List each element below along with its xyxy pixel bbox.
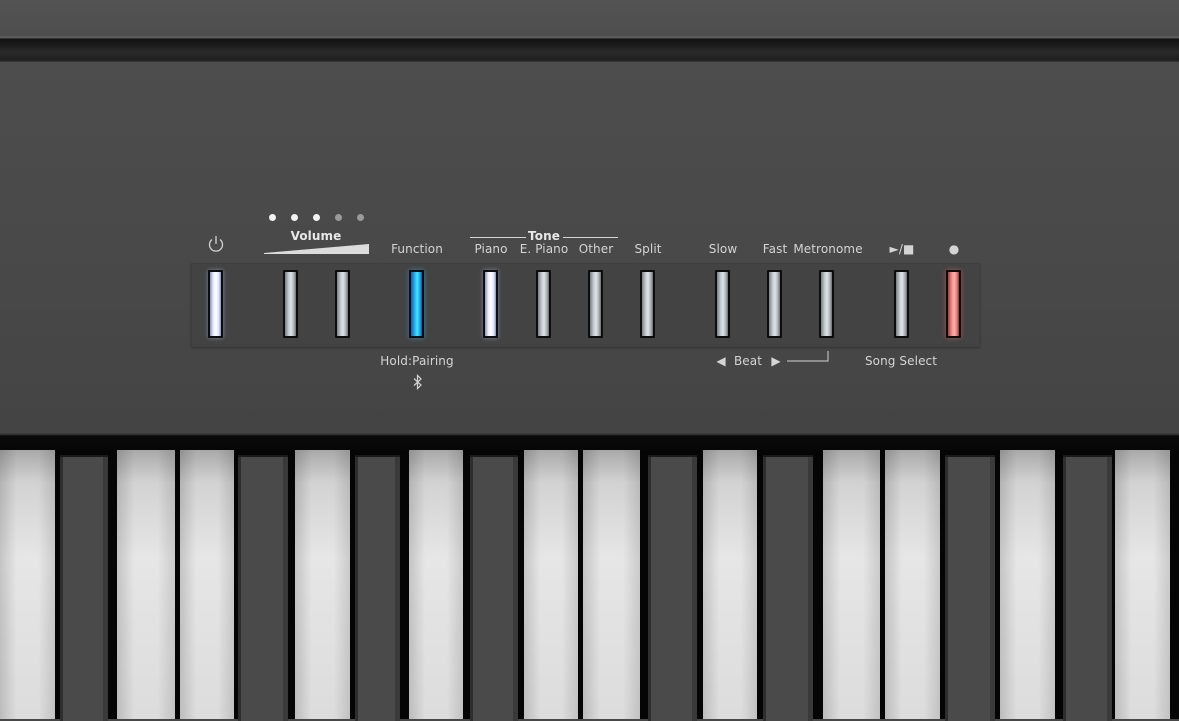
bluetooth-icon bbox=[412, 374, 424, 394]
tone-bracket-right bbox=[563, 237, 618, 238]
white-key[interactable] bbox=[583, 450, 640, 719]
tone-piano-label: Piano bbox=[474, 242, 508, 256]
record-button[interactable] bbox=[946, 270, 961, 338]
song-select-label: Song Select bbox=[864, 354, 938, 368]
beat-label: Beat bbox=[733, 354, 763, 368]
white-key[interactable] bbox=[1000, 450, 1055, 719]
volume-dot-5 bbox=[357, 214, 364, 221]
button-strip bbox=[191, 263, 980, 347]
beat-bracket bbox=[787, 351, 829, 362]
volume-label: Volume bbox=[290, 229, 342, 243]
play-stop-icon: ►/■ bbox=[889, 242, 915, 256]
volume-dot-4 bbox=[335, 214, 342, 221]
lid-edge bbox=[0, 36, 1179, 62]
volume-down-button[interactable] bbox=[283, 270, 298, 338]
beat-right-arrow-icon: ▶ bbox=[771, 354, 781, 368]
volume-dot-1 bbox=[269, 214, 276, 221]
function-button[interactable] bbox=[409, 270, 424, 338]
white-key[interactable] bbox=[885, 450, 940, 719]
white-key[interactable] bbox=[823, 450, 880, 719]
black-key[interactable] bbox=[648, 455, 697, 721]
white-key[interactable] bbox=[524, 450, 578, 719]
black-key[interactable] bbox=[470, 455, 518, 721]
piano-top-lid bbox=[0, 0, 1179, 36]
tone-other-button[interactable] bbox=[588, 270, 603, 338]
volume-dot-3 bbox=[313, 214, 320, 221]
black-key[interactable] bbox=[763, 455, 813, 721]
tone-group-label: Tone bbox=[528, 229, 560, 243]
black-key[interactable] bbox=[60, 455, 108, 721]
white-key[interactable] bbox=[295, 450, 350, 719]
record-icon: ● bbox=[948, 242, 960, 256]
slow-label: Slow bbox=[708, 242, 738, 256]
tone-piano-button[interactable] bbox=[483, 270, 498, 338]
fast-label: Fast bbox=[762, 242, 788, 256]
split-button[interactable] bbox=[640, 270, 655, 338]
white-key[interactable] bbox=[703, 450, 757, 719]
play-stop-button[interactable] bbox=[894, 270, 909, 338]
volume-up-button[interactable] bbox=[335, 270, 350, 338]
power-button[interactable] bbox=[208, 270, 223, 338]
beat-left-arrow-icon: ◀ bbox=[716, 354, 726, 368]
black-key[interactable] bbox=[355, 455, 400, 721]
metronome-label: Metronome bbox=[793, 242, 863, 256]
white-key[interactable] bbox=[180, 450, 234, 719]
function-label: Function bbox=[391, 242, 443, 256]
white-key[interactable] bbox=[1115, 450, 1170, 719]
tone-other-label: Other bbox=[578, 242, 614, 256]
black-key[interactable] bbox=[238, 455, 288, 721]
tone-epiano-label: E. Piano bbox=[519, 242, 569, 256]
metronome-button[interactable] bbox=[819, 270, 834, 338]
black-key[interactable] bbox=[945, 455, 995, 721]
slow-button[interactable] bbox=[715, 270, 730, 338]
volume-wedge-icon bbox=[264, 244, 369, 254]
black-key[interactable] bbox=[1063, 455, 1112, 721]
volume-dot-2 bbox=[291, 214, 298, 221]
power-icon bbox=[206, 234, 226, 258]
tone-epiano-button[interactable] bbox=[536, 270, 551, 338]
tone-bracket-left bbox=[470, 237, 526, 238]
split-label: Split bbox=[634, 242, 662, 256]
fast-button[interactable] bbox=[767, 270, 782, 338]
white-key[interactable] bbox=[0, 450, 55, 719]
white-key[interactable] bbox=[409, 450, 463, 719]
hold-pairing-label: Hold:Pairing bbox=[380, 354, 454, 368]
white-key[interactable] bbox=[117, 450, 175, 719]
